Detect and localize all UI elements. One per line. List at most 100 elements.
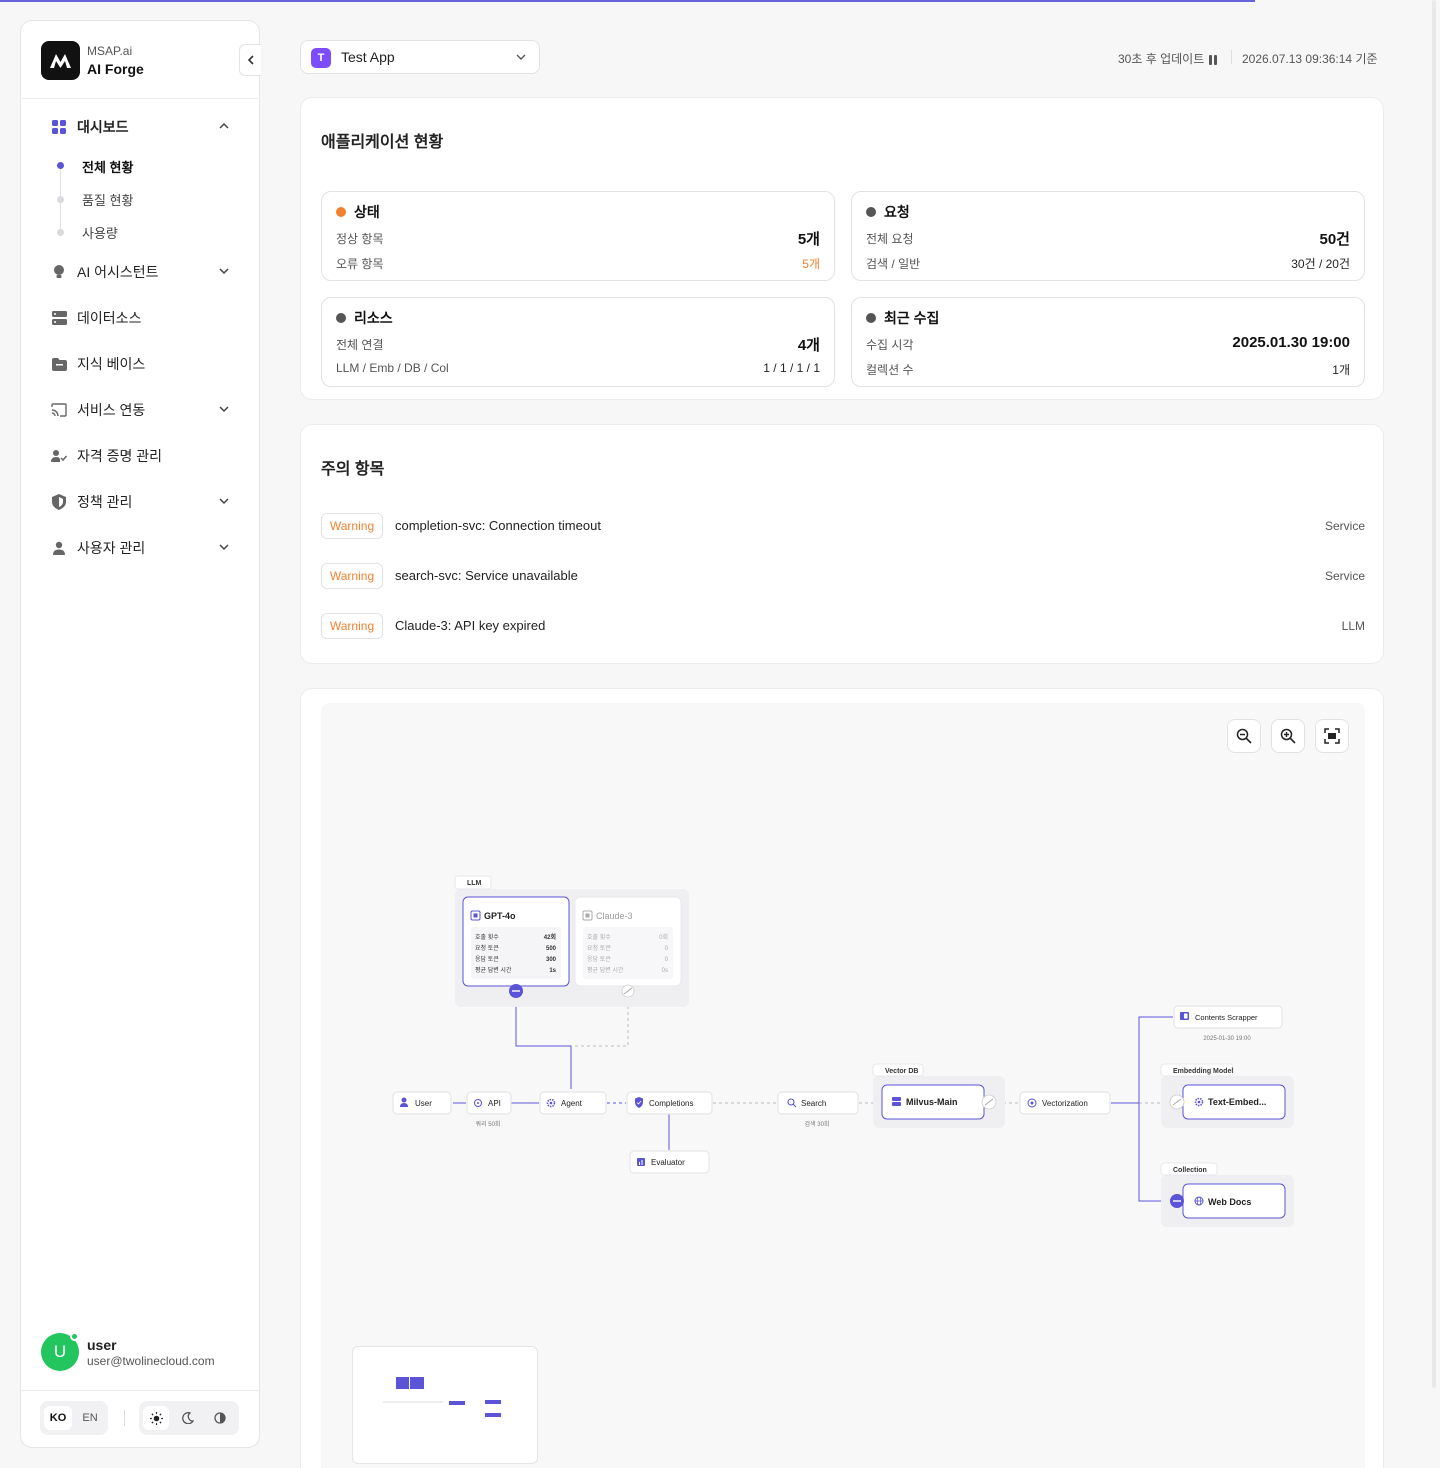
brand-sub: MSAP.ai xyxy=(87,44,133,58)
sidebar-item-label: 정책 관리 xyxy=(77,494,133,510)
sidebar-collapse-button[interactable] xyxy=(239,44,261,76)
system-theme-button[interactable] xyxy=(207,1406,233,1430)
sidebar-subitem-quality[interactable]: 품질 현황 xyxy=(82,190,133,209)
metric-value: 300 xyxy=(546,957,557,963)
chevron-down-icon xyxy=(219,498,229,505)
panel-title: 애플리케이션 현황 xyxy=(321,134,444,151)
person-icon xyxy=(51,540,67,556)
auto-update-text: 30초 후 업데이트 xyxy=(1118,52,1205,66)
warning-badge: Warning xyxy=(321,563,383,589)
node-web-docs[interactable]: Web Docs xyxy=(1170,1183,1286,1219)
topology-panel: LLM GPT-4o 호출 횟수 42회 요청 토큰 500 응답 토큰 300… xyxy=(300,688,1384,1468)
node-search[interactable]: Search 검색 30회 xyxy=(777,1091,859,1128)
shield-icon xyxy=(51,494,67,510)
sidebar-subitem-overview[interactable]: 전체 현황 xyxy=(82,157,133,176)
stat-value: 1개 xyxy=(1332,363,1350,377)
stat-value: 5개 xyxy=(802,257,820,271)
lang-ko-button[interactable]: KO xyxy=(44,1406,72,1430)
light-theme-button[interactable] xyxy=(143,1406,169,1430)
metric-label: 평균 답변 시간 xyxy=(587,966,624,974)
chevron-up-icon xyxy=(219,122,229,129)
node-gpt-4o[interactable]: GPT-4o 호출 횟수 42회 요청 토큰 500 응답 토큰 300 평균 … xyxy=(462,896,570,998)
node-name: Contents Scrapper xyxy=(1195,1013,1258,1022)
submenu-dot xyxy=(57,229,64,236)
topology-canvas[interactable]: LLM GPT-4o 호출 횟수 42회 요청 토큰 500 응답 토큰 300… xyxy=(321,703,1365,1468)
brand-name: AI Forge xyxy=(87,61,144,77)
metric-label: 요청 토큰 xyxy=(587,945,611,952)
server-icon xyxy=(51,310,67,326)
online-status-dot xyxy=(70,1332,79,1341)
chevron-down-icon xyxy=(219,544,229,551)
cast-icon xyxy=(51,402,67,418)
node-name: Claude-3 xyxy=(596,911,633,921)
dark-theme-button[interactable] xyxy=(175,1406,201,1430)
sidebar-item-policy[interactable]: 정책 관리 xyxy=(51,491,231,513)
stat-value: 30건 / 20건 xyxy=(1291,257,1350,271)
sidebar-item-credential[interactable]: 자격 증명 관리 xyxy=(51,445,231,467)
metric-label: 요청 토큰 xyxy=(475,945,499,952)
embedding-group-label: Embedding Model xyxy=(1173,1068,1233,1075)
node-name: Milvus-Main xyxy=(906,1097,958,1107)
node-claude-3[interactable]: Claude-3 호출 횟수 0회 요청 토큰 0 응답 토큰 0 평균 답변 … xyxy=(574,896,682,998)
user-profile[interactable]: U user user@twolinecloud.com xyxy=(21,1321,259,1391)
stat-label: 전체 연결 xyxy=(336,338,384,352)
warning-message: completion-svc: Connection timeout xyxy=(395,518,601,533)
node-user[interactable]: User xyxy=(392,1091,452,1115)
minimap[interactable] xyxy=(352,1346,538,1464)
warning-row[interactable]: Warning completion-svc: Connection timeo… xyxy=(321,513,1365,539)
panel-title: 주의 항목 xyxy=(321,461,385,478)
node-evaluator[interactable]: Evaluator xyxy=(629,1150,710,1174)
node-name: User xyxy=(415,1099,432,1108)
node-name: Web Docs xyxy=(1208,1197,1251,1207)
stat-value: 50건 xyxy=(1319,231,1351,248)
lightbulb-icon xyxy=(51,264,67,280)
chevron-down-icon xyxy=(219,268,229,275)
app-selector[interactable]: T Test App xyxy=(300,40,540,74)
warning-row[interactable]: Warning Claude-3: API key expired LLM xyxy=(321,613,1365,639)
node-agent[interactable]: Agent xyxy=(539,1091,607,1115)
status-dot xyxy=(866,207,876,217)
node-completions[interactable]: Completions xyxy=(626,1091,713,1115)
sidebar-item-user-mgmt[interactable]: 사용자 관리 xyxy=(51,537,231,559)
stat-label: 전체 요청 xyxy=(866,232,914,246)
stat-card-state: 상태 정상 항목 5개 오류 항목 5개 xyxy=(321,191,835,281)
node-api[interactable]: API 쿼리 50회 xyxy=(466,1091,512,1128)
stat-card-request: 요청 전체 요청 50건 검색 / 일반 30건 / 20건 xyxy=(851,191,1365,281)
stat-label: 수집 시각 xyxy=(866,338,914,352)
node-text-embed[interactable]: Text-Embed... xyxy=(1169,1084,1286,1120)
chevron-left-icon xyxy=(247,55,254,65)
chart-icon xyxy=(637,1158,645,1166)
sidebar-item-service[interactable]: 서비스 연동 xyxy=(51,399,231,421)
metric-label: 평균 답변 시간 xyxy=(475,966,512,974)
node-scrapper[interactable]: Contents Scrapper 2025-01-30 19:00 xyxy=(1173,1005,1283,1042)
user-check-icon xyxy=(51,448,67,464)
contrast-icon xyxy=(214,1412,226,1424)
stat-label: 오류 항목 xyxy=(336,257,384,271)
pause-icon[interactable] xyxy=(1208,52,1218,70)
lang-en-button[interactable]: EN xyxy=(76,1406,104,1430)
stat-value: 2025.01.30 19:00 xyxy=(1232,334,1350,351)
sidebar-item-label: 서비스 연동 xyxy=(77,402,146,418)
sidebar-item-ai-assistant[interactable]: AI 어시스턴트 xyxy=(51,261,231,283)
chevron-down-icon xyxy=(219,406,229,413)
app-status-panel: 애플리케이션 현황 상태 정상 항목 5개 오류 항목 5개 요청 전체 요청 … xyxy=(300,97,1384,400)
sidebar-subitem-usage[interactable]: 사용량 xyxy=(82,223,118,242)
app-badge: T xyxy=(311,48,331,68)
brand-logo[interactable] xyxy=(41,41,80,80)
node-milvus[interactable]: Milvus-Main xyxy=(881,1084,997,1120)
stat-label: LLM / Emb / DB / Col xyxy=(336,361,449,375)
status-dot xyxy=(866,313,876,323)
warning-row[interactable]: Warning search-svc: Service unavailable … xyxy=(321,563,1365,589)
submenu-dot xyxy=(57,196,64,203)
sidebar-item-datasource[interactable]: 데이터소스 xyxy=(51,307,231,329)
node-vectorization[interactable]: Vectorization xyxy=(1019,1091,1111,1115)
stat-title: 최근 수집 xyxy=(884,310,940,326)
warning-badge: Warning xyxy=(321,613,383,639)
sidebar-item-dashboard[interactable]: 대시보드 xyxy=(51,116,231,138)
node-name: API xyxy=(488,1099,501,1108)
document-icon xyxy=(1180,1012,1189,1020)
page-scrollbar[interactable] xyxy=(1432,0,1436,1388)
node-subtext: 쿼리 50회 xyxy=(476,1120,501,1128)
sidebar-item-knowledge[interactable]: 지식 베이스 xyxy=(51,353,231,375)
node-name: Evaluator xyxy=(651,1158,685,1167)
